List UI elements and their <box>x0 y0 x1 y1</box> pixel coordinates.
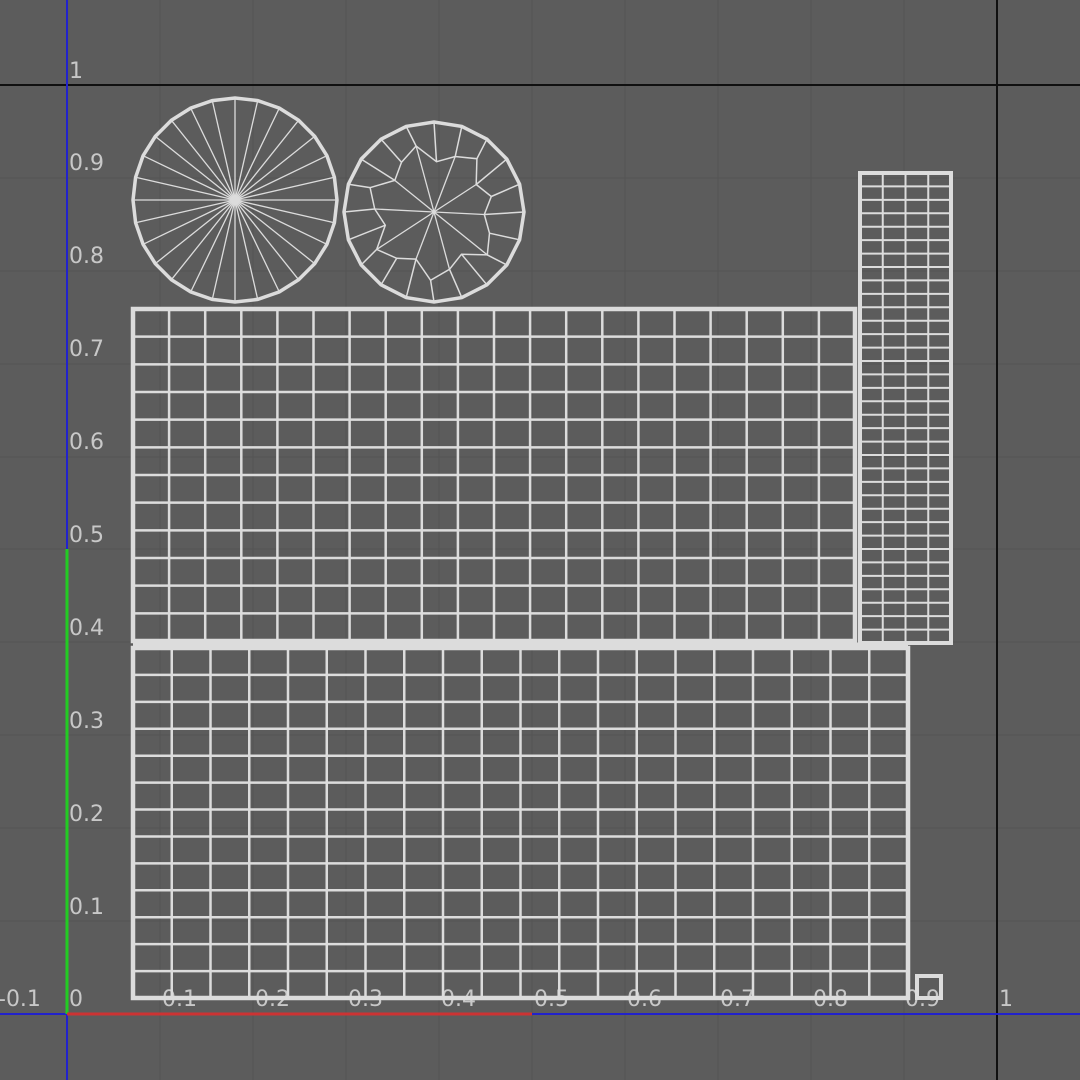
lower-grid-shell[interactable] <box>130 645 911 1001</box>
disc-spoke <box>234 199 280 293</box>
v-tick-label: 1 <box>69 59 83 84</box>
cap-disc-ring-shell[interactable] <box>342 120 526 304</box>
disc-edge <box>484 211 525 216</box>
disc-spoke <box>190 199 236 293</box>
disc-spoke <box>376 211 435 250</box>
u-tick-label: 1 <box>999 987 1013 1012</box>
v-tick-label: 0.1 <box>69 895 104 920</box>
v-tick-label: 0.8 <box>69 244 104 269</box>
uv-shells[interactable] <box>130 96 953 1001</box>
disc-spoke <box>433 183 477 213</box>
disc-inner-ring <box>369 144 493 282</box>
v-tick-label: 0.9 <box>69 151 104 176</box>
upper-grid-shell[interactable] <box>130 306 858 644</box>
disc-spoke <box>234 107 280 201</box>
disc-edge <box>489 232 520 241</box>
disc-edge <box>486 254 508 266</box>
v-tick-label: 0.3 <box>69 709 104 734</box>
disc-edge <box>360 158 396 182</box>
disc-edge <box>475 158 508 186</box>
disc-edge <box>360 248 378 266</box>
disc-spoke <box>142 199 236 245</box>
v-tick-label: 0.5 <box>69 523 104 548</box>
disc-spoke <box>234 199 328 245</box>
disc-spoke <box>394 179 435 213</box>
disc-edge <box>380 138 403 163</box>
cap-disc-spokes-shell[interactable] <box>131 96 339 304</box>
disc-spoke <box>433 211 488 256</box>
uv-editor-viewport[interactable]: -0.1 0 0.1 0.2 0.3 0.4 0.5 0.6 0.7 0.8 0.9 1 0.1 0.2 0… <box>0 0 1080 1080</box>
u-tick-label: 0 <box>69 987 83 1012</box>
disc-edge <box>476 138 488 160</box>
disc-edge <box>448 269 463 298</box>
v-tick-label: 0.7 <box>69 337 104 362</box>
disc-edge <box>348 183 371 189</box>
disc-edge <box>491 183 520 198</box>
disc-spoke <box>374 208 435 213</box>
disc-edge <box>348 224 386 241</box>
disc-edge <box>405 258 417 298</box>
tall-strip-shell[interactable] <box>858 171 953 645</box>
v-tick-label: 0.4 <box>69 616 104 641</box>
disc-spoke <box>433 211 485 216</box>
uv-canvas[interactable]: -0.1 0 0.1 0.2 0.3 0.4 0.5 0.6 0.7 0.8 0.9 10.10.20… <box>0 0 1080 1080</box>
disc-edge <box>405 126 417 147</box>
disc-edge <box>433 121 438 162</box>
disc-edge <box>343 208 375 213</box>
disc-spoke <box>415 211 435 260</box>
u-tick-label: -0.1 <box>0 987 41 1012</box>
v-tick-label: 0.2 <box>69 802 104 827</box>
disc-spoke <box>433 156 456 213</box>
disc-spoke <box>190 107 236 201</box>
disc-edge <box>454 126 463 157</box>
disc-edge <box>429 280 435 303</box>
disc-edge <box>460 253 488 286</box>
disc-spoke <box>433 211 451 270</box>
disc-spoke <box>415 145 435 213</box>
disc-edge <box>380 257 398 286</box>
v-tick-label: 0.6 <box>69 430 104 455</box>
